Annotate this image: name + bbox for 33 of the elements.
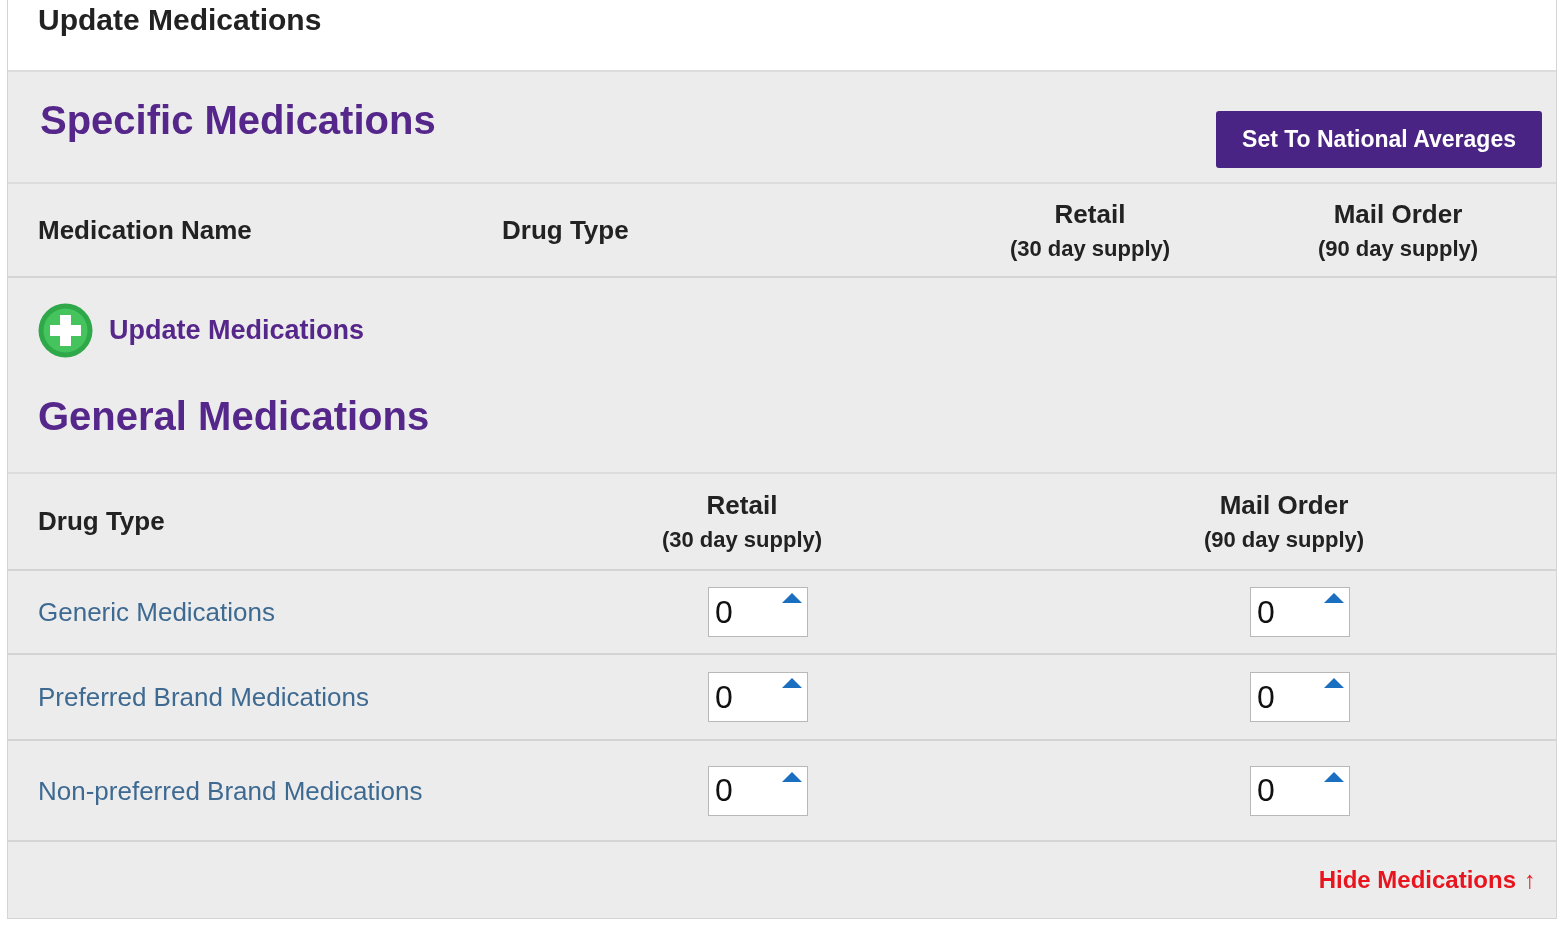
national-averages-button[interactable]: Set To National Averages [1216, 111, 1542, 168]
up-arrow-icon[interactable] [1324, 771, 1344, 782]
column-header: Mail Order [1333, 198, 1463, 230]
number-field[interactable]: 0 [708, 672, 808, 722]
number-field[interactable]: 0 [1250, 672, 1350, 722]
column-header: Retail [706, 490, 778, 521]
up-arrow-icon[interactable] [1324, 678, 1344, 688]
column-header: Drug Type [502, 214, 629, 245]
update-medications-link[interactable]: Update Medications [109, 314, 365, 346]
number-field[interactable]: 0 [708, 587, 808, 637]
section-title: Specific Medications [40, 98, 436, 143]
column-header: Mail Order [1219, 490, 1349, 521]
column-subheader: (90 day supply) [1317, 235, 1479, 262]
up-arrow-icon[interactable] [782, 771, 802, 782]
column-header: Medication Name [38, 214, 252, 245]
column-subheader: (90 day supply) [1203, 527, 1365, 553]
hide-medications-link[interactable]: Hide Medications ↑ [1318, 865, 1536, 894]
up-arrow-icon[interactable] [782, 678, 802, 688]
number-field[interactable]: 0 [1250, 587, 1350, 637]
column-header: Retail [1054, 198, 1126, 230]
number-field[interactable]: 0 [708, 765, 808, 816]
column-subheader: (30 day supply) [661, 527, 823, 553]
number-field[interactable]: 0 [1250, 765, 1350, 816]
add-icon[interactable] [38, 302, 93, 358]
section-title: General Medications [38, 394, 430, 439]
page-title: Update Medications [38, 2, 322, 38]
column-header: Drug Type [38, 506, 165, 536]
drug-type-label: Non-preferred Brand Medications [38, 774, 424, 808]
up-arrow-icon[interactable] [782, 593, 802, 603]
column-subheader: (30 day supply) [1009, 235, 1171, 262]
drug-type-label: Preferred Brand Medications [38, 681, 370, 714]
drug-type-label: Generic Medications [38, 596, 276, 629]
up-arrow-icon[interactable] [1324, 593, 1344, 603]
